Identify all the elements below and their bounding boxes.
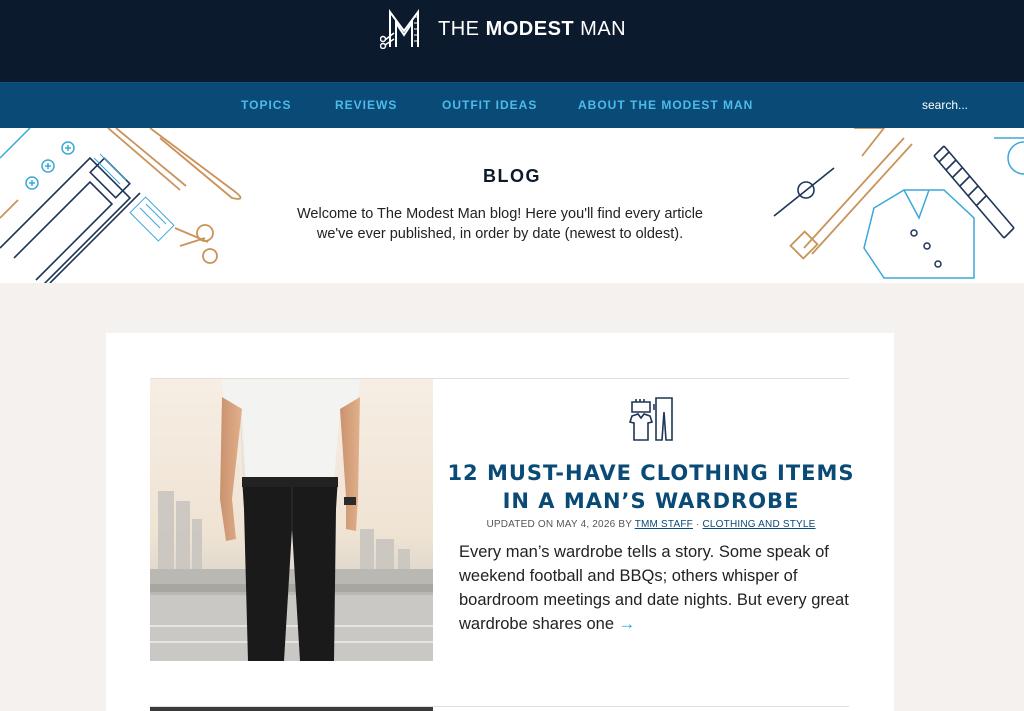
nav-item-topics[interactable]: TOPICS	[241, 83, 291, 129]
site-logo[interactable]: THE MODEST MAN	[380, 9, 626, 49]
post-meta: UPDATED ON MAY 4, 2026 BY TMM STAFF · CL…	[446, 519, 856, 530]
post-category-link[interactable]: CLOTHING AND STYLE	[702, 519, 815, 530]
page-intro: Welcome to The Modest Man blog! Here you…	[297, 206, 703, 242]
post-excerpt: Every man’s wardrobe tells a story. Some…	[459, 540, 854, 636]
post-thumbnail[interactable]	[150, 379, 433, 661]
man-in-white-tee-photo	[150, 379, 433, 661]
blog-hero: BLOG Welcome to The Modest Man blog! Her…	[0, 128, 1024, 283]
page-title: BLOG	[483, 166, 541, 186]
accessories-illustration-icon	[773, 128, 1024, 279]
post-date: UPDATED ON MAY 4, 2026 BY	[486, 519, 635, 530]
nav-item-outfit-ideas[interactable]: OUTFIT IDEAS	[442, 83, 537, 129]
arrow-right-icon[interactable]: →	[619, 615, 636, 633]
site-header: THE MODEST MAN	[0, 0, 1024, 82]
modest-man-logo-icon	[380, 9, 419, 49]
main-nav: TOPICS REVIEWS OUTFIT IDEAS ABOUT THE MO…	[0, 82, 1024, 128]
post-excerpt-text: Every man’s wardrobe tells a story. Some…	[459, 543, 849, 633]
nav-item-about[interactable]: ABOUT THE MODEST MAN	[578, 83, 753, 129]
next-post-thumbnail[interactable]	[150, 707, 433, 711]
post-title-link[interactable]: 12 MUST-HAVE CLOTHING ITEMS IN A MAN’S W…	[446, 459, 856, 515]
post-author-link[interactable]: TMM STAFF	[635, 519, 693, 530]
tailoring-tools-illustration-icon	[0, 128, 242, 283]
clothing-category-icon	[628, 397, 673, 441]
post-card: 12 MUST-HAVE CLOTHING ITEMS IN A MAN’S W…	[106, 333, 894, 711]
nav-item-reviews[interactable]: REVIEWS	[335, 83, 397, 129]
search-input[interactable]	[922, 91, 1012, 119]
site-wordmark: THE MODEST MAN	[438, 17, 627, 40]
